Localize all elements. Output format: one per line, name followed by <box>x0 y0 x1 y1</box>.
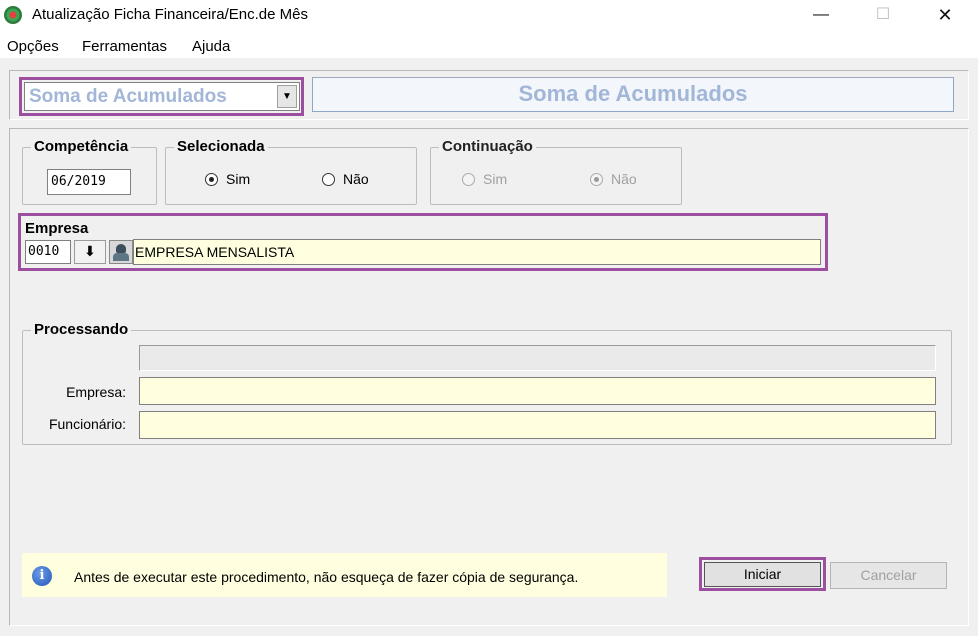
procedure-select-value: Soma de Acumulados <box>29 86 227 107</box>
proc-empresa-field <box>139 377 936 405</box>
info-bar: i Antes de executar este procedimento, n… <box>22 553 667 597</box>
menu-bar: Opções Ferramentas Ajuda <box>0 32 978 58</box>
menu-ferramentas[interactable]: Ferramentas <box>82 38 167 55</box>
selecionada-label: Selecionada <box>174 138 268 155</box>
maximize-button[interactable]: ☐ <box>860 0 906 32</box>
radio-checked-icon <box>590 173 603 186</box>
selecionada-sim-radio[interactable]: Sim <box>205 171 250 187</box>
person-search-icon[interactable] <box>109 240 133 264</box>
continuacao-sim-label: Sim <box>483 171 508 187</box>
radio-checked-icon <box>205 173 218 186</box>
selecionada-nao-label: Não <box>343 171 369 187</box>
continuacao-sim-radio[interactable]: Sim <box>462 171 507 187</box>
selecionada-nao-radio[interactable]: Não <box>322 171 369 187</box>
menu-ajuda[interactable]: Ajuda <box>192 38 230 55</box>
processando-label: Processando <box>31 321 132 338</box>
procedure-select[interactable]: Soma de Acumulados ▼ <box>24 82 300 111</box>
progress-bar <box>139 345 936 371</box>
continuacao-nao-radio[interactable]: Não <box>590 171 637 187</box>
download-icon[interactable]: ⬇ <box>74 240 106 264</box>
cancelar-button[interactable]: Cancelar <box>830 562 947 589</box>
selecionada-group: Selecionada <box>165 138 417 205</box>
person-head-shape <box>116 244 126 253</box>
empresa-code-input[interactable]: 0010 <box>25 240 71 264</box>
title-bar: Atualização Ficha Financeira/Enc.de Mês … <box>0 0 978 32</box>
radio-unchecked-icon <box>322 173 335 186</box>
proc-funcionario-field <box>139 411 936 439</box>
competencia-input[interactable]: 06/2019 <box>47 169 131 195</box>
app-logo-icon <box>4 6 22 24</box>
proc-funcionario-label: Funcionário: <box>48 416 126 432</box>
empresa-label: Empresa <box>25 220 89 237</box>
iniciar-button[interactable]: Iniciar <box>704 562 821 587</box>
empresa-name-field[interactable]: EMPRESA MENSALISTA <box>133 239 821 265</box>
selecionada-sim-label: Sim <box>226 171 251 187</box>
competencia-label: Competência <box>31 138 132 155</box>
person-body-shape <box>113 253 129 261</box>
continuacao-label: Continuação <box>439 138 536 155</box>
radio-unchecked-icon <box>462 173 475 186</box>
menu-opcoes[interactable]: Opções <box>7 38 59 55</box>
continuacao-nao-label: Não <box>611 171 637 187</box>
window-title: Atualização Ficha Financeira/Enc.de Mês <box>32 6 308 23</box>
minimize-button[interactable]: — <box>798 0 844 32</box>
info-icon: i <box>32 566 52 586</box>
info-message: Antes de executar este procedimento, não… <box>74 569 579 585</box>
close-button[interactable]: ✕ <box>922 0 968 32</box>
procedure-banner: Soma de Acumulados <box>312 77 954 112</box>
proc-empresa-label: Empresa: <box>66 384 126 400</box>
chevron-down-icon[interactable]: ▼ <box>277 85 297 108</box>
